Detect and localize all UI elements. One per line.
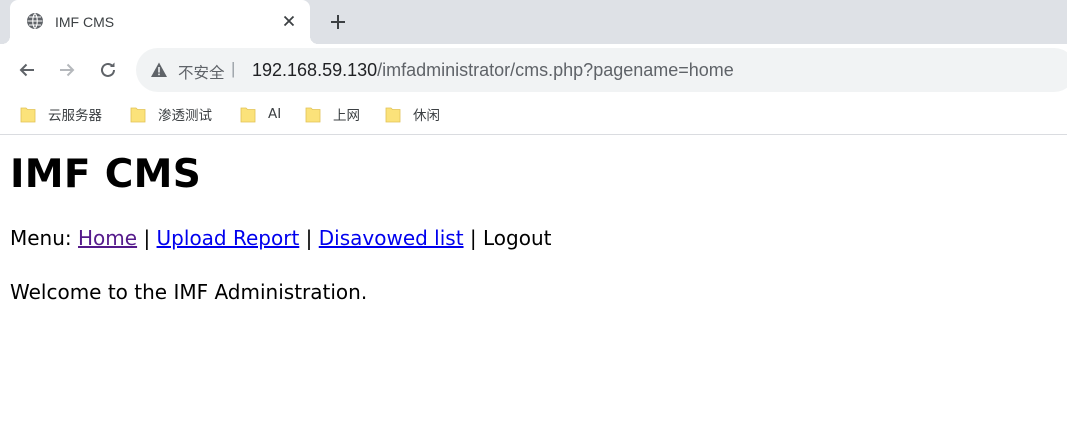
bookmark-folder-ai[interactable]: AI [240,103,281,125]
menu-line: Menu: Home | Upload Report | Disavowed l… [10,226,552,250]
menu-link-disavowed-list[interactable]: Disavowed list [319,226,464,250]
menu-separator: | [469,226,477,250]
arrow-left-icon[interactable] [11,54,43,86]
globe-icon [26,12,44,30]
reload-icon[interactable] [92,54,124,86]
bookmark-label: 上网 [333,108,360,124]
bookmark-folder-pentest[interactable]: 渗透测试 [130,103,212,125]
browser-tab[interactable]: IMF CMS [2,0,318,44]
security-separator: | [231,59,236,78]
arrow-right-icon[interactable] [51,54,83,86]
security-status-label[interactable]: 不安全 [178,61,225,83]
page-content: IMF CMS Menu: Home | Upload Report | Dis… [0,136,1067,447]
plus-icon[interactable] [324,8,352,36]
url-text[interactable]: 192.168.59.130/imfadministrator/cms.php?… [252,60,734,81]
browser-toolbar: 不安全 | 192.168.59.130/imfadministrator/cm… [0,44,1067,96]
bookmark-folder-leisure[interactable]: 休闲 [385,103,440,125]
menu-separator: | [305,226,313,250]
folder-icon [305,106,321,123]
browser-window: IMF CMS 不安全 | 192.168.59.130/imfadminist… [0,0,1067,447]
bookmark-label: 休闲 [413,108,440,124]
bookmark-label: 云服务器 [48,108,102,124]
folder-icon [385,106,401,123]
folder-icon [20,106,36,123]
folder-icon [240,106,256,123]
close-tab-icon[interactable] [278,10,300,32]
url-host: 192.168.59.130 [252,60,378,80]
bookmarks-bar: 云服务器 渗透测试 AI 上网 休闲 [0,96,1067,135]
page-title: IMF CMS [10,152,202,197]
bookmark-label: 渗透测试 [158,108,212,124]
url-path: /imfadministrator/cms.php?pagename=home [377,60,734,80]
tab-title: IMF CMS [55,14,115,30]
menu-link-home[interactable]: Home [78,226,137,250]
bookmark-folder-internet[interactable]: 上网 [305,103,360,125]
folder-icon [130,106,146,123]
address-bar[interactable]: 不安全 | 192.168.59.130/imfadministrator/cm… [136,48,1067,92]
menu-separator: | [143,226,151,250]
welcome-message: Welcome to the IMF Administration. [10,280,368,304]
tab-strip: IMF CMS [0,0,1067,44]
warning-triangle-icon[interactable] [150,61,168,79]
menu-prefix: Menu: [10,226,72,250]
menu-logout: Logout [483,226,552,250]
menu-link-upload-report[interactable]: Upload Report [157,226,300,250]
bookmark-folder-cloud-servers[interactable]: 云服务器 [20,103,102,125]
bookmark-label: AI [268,106,282,122]
